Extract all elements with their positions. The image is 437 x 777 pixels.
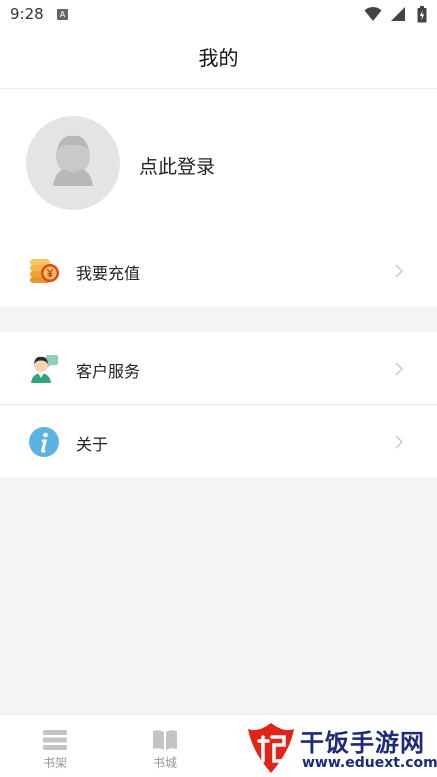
bookshelf-icon (42, 730, 68, 750)
tab-bookshelf[interactable]: 书架 (0, 715, 110, 777)
status-indicators (364, 6, 427, 24)
tab-bookstore[interactable]: 书城 (110, 715, 220, 777)
default-avatar-icon[interactable] (26, 116, 120, 210)
bottom-tab-bar: 书架 书城 干饭手游网 www.eduext.com (0, 714, 437, 777)
status-time: 9:28 (10, 5, 44, 23)
about-row[interactable]: 关于 (0, 405, 437, 477)
customer-service-icon (31, 355, 58, 383)
about-label: 关于 (76, 435, 109, 454)
watermark-emblem-icon (248, 723, 294, 773)
chevron-right-icon (395, 435, 403, 449)
tab-bookshelf-label: 书架 (42, 756, 67, 770)
wifi-icon (364, 6, 382, 21)
page-title: 我的 (198, 46, 239, 70)
coins-icon (30, 259, 59, 283)
title-bar: 我的 (0, 30, 437, 89)
tab-bookstore-label: 书城 (152, 756, 177, 770)
login-prompt[interactable]: 点此登录 (139, 152, 215, 179)
watermark-logo: 干饭手游网 www.eduext.com (244, 721, 437, 775)
watermark-url: www.eduext.com (302, 755, 437, 771)
battery-icon (417, 6, 427, 23)
signal-icon (390, 7, 405, 21)
status-bar: 9:28 A (0, 0, 437, 30)
watermark-text: 干饭手游网 (300, 729, 425, 757)
book-icon (153, 730, 177, 750)
notification-icon: A (57, 9, 68, 20)
recharge-label: 我要充值 (76, 264, 141, 283)
recharge-row[interactable]: 我要充值 (0, 234, 437, 306)
customer-service-row[interactable]: 客户服务 (0, 332, 437, 404)
customer-service-label: 客户服务 (76, 362, 141, 381)
chevron-right-icon (395, 362, 403, 376)
chevron-right-icon (395, 264, 403, 278)
info-icon (29, 427, 59, 457)
